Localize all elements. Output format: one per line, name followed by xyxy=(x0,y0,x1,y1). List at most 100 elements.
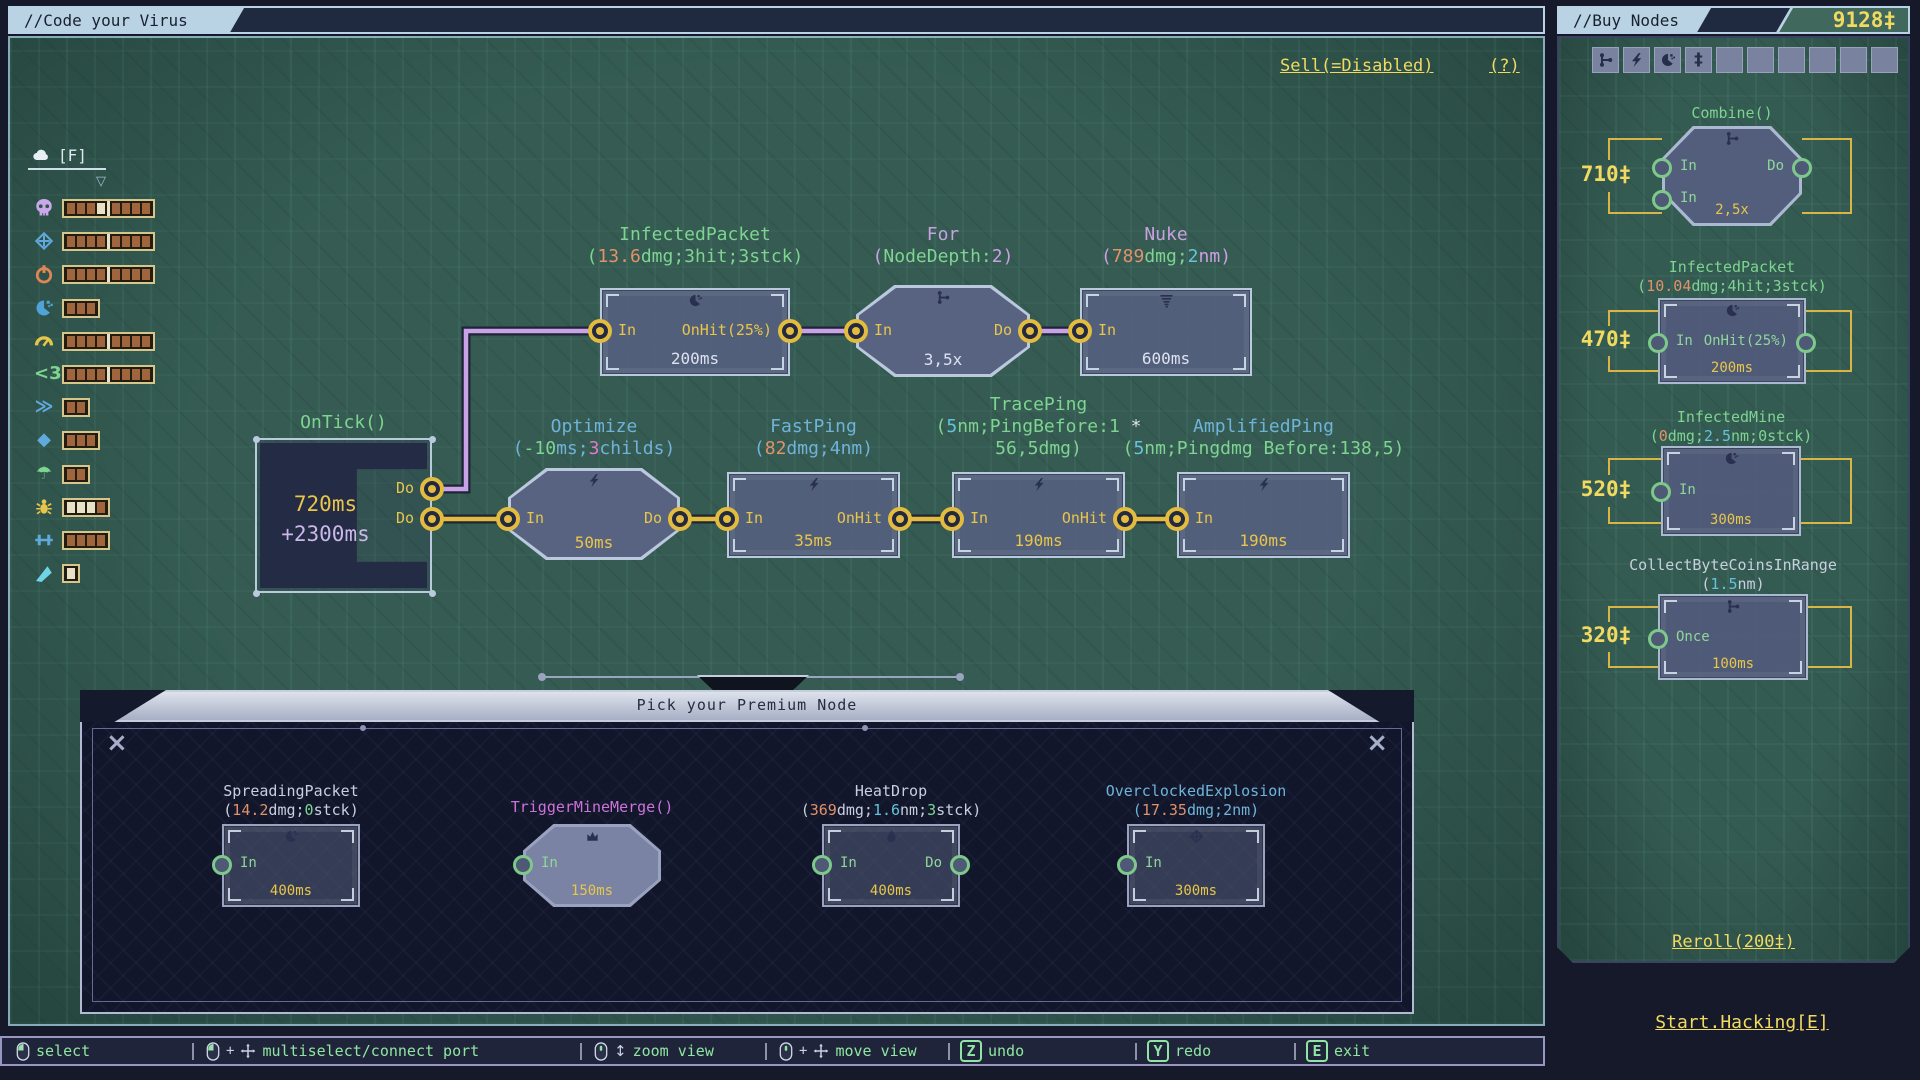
toolbar-divider xyxy=(765,1043,767,1060)
toolbar-divider xyxy=(1294,1043,1296,1060)
port-in[interactable] xyxy=(1117,855,1137,875)
port-in[interactable] xyxy=(212,855,232,875)
corner-bracket xyxy=(1787,365,1800,378)
port-dot xyxy=(1121,515,1129,523)
port-label: Do xyxy=(994,321,1012,339)
pacman-icon xyxy=(688,293,703,308)
port-in[interactable] xyxy=(812,855,832,875)
empty-slot[interactable] xyxy=(1809,47,1836,73)
gauge-icon xyxy=(34,331,54,351)
price-label: 710‡ xyxy=(1566,162,1646,186)
key-y: Y xyxy=(1147,1040,1169,1062)
price-bracket-left xyxy=(1608,606,1658,622)
flame-icon xyxy=(884,829,899,844)
port-dot xyxy=(504,515,512,523)
fork-slot[interactable] xyxy=(1592,47,1619,73)
corner-bracket xyxy=(1183,539,1196,552)
port-in[interactable] xyxy=(715,507,739,531)
port-in[interactable] xyxy=(1652,190,1672,210)
empty-slot[interactable] xyxy=(1716,47,1743,73)
node-time: 190ms xyxy=(1239,531,1287,550)
port-in[interactable] xyxy=(1165,507,1189,531)
help-link[interactable]: (?) xyxy=(1489,56,1520,76)
port-once[interactable] xyxy=(1648,629,1668,649)
power-icon xyxy=(34,264,54,284)
bar-segment xyxy=(142,336,150,347)
empty-slot[interactable] xyxy=(1871,47,1898,73)
toolbar-hint-label: undo xyxy=(988,1042,1024,1060)
dagger-slot[interactable]: ‡ xyxy=(1685,47,1712,73)
port-in[interactable] xyxy=(496,507,520,531)
bar-segment xyxy=(122,236,130,247)
bar-segment xyxy=(112,269,120,280)
port-do[interactable] xyxy=(950,855,970,875)
node-time: 190ms xyxy=(1014,531,1062,550)
port-label: In xyxy=(1195,509,1213,527)
stat-bar xyxy=(62,332,155,351)
toolbar-divider xyxy=(948,1043,950,1060)
port-in[interactable] xyxy=(1652,158,1672,178)
node-time: 50ms xyxy=(575,533,614,552)
port-do[interactable] xyxy=(420,477,444,501)
port-onhit[interactable] xyxy=(1113,507,1137,531)
umbrella-icon: ☂ xyxy=(34,464,54,484)
node-time: 2,5x xyxy=(1715,202,1749,218)
pacman-slot[interactable] xyxy=(1654,47,1681,73)
bar-segment xyxy=(97,369,105,380)
stat-bar xyxy=(62,232,155,251)
reroll-button[interactable]: Reroll(200‡) xyxy=(1557,932,1910,952)
port-in[interactable] xyxy=(1651,482,1671,502)
corner-bracket xyxy=(1086,294,1099,307)
port-do[interactable] xyxy=(668,507,692,531)
buy-panel-titlebar: //Buy Nodes 9128‡ xyxy=(1557,6,1910,34)
code-panel-titlebar: //Code your Virus xyxy=(8,6,1545,34)
port-label: Do xyxy=(396,479,414,497)
corner-bracket xyxy=(341,888,354,901)
port-in[interactable] xyxy=(513,855,533,875)
price-bracket-left xyxy=(1608,310,1658,326)
code-panel-title: //Code your Virus xyxy=(24,11,188,30)
port-in[interactable] xyxy=(588,319,612,343)
port-dot xyxy=(676,515,684,523)
bar-divider xyxy=(107,201,110,216)
bar-segment xyxy=(77,236,85,247)
port-dot xyxy=(428,515,436,523)
port-do[interactable] xyxy=(1018,319,1042,343)
port-in[interactable] xyxy=(1648,333,1668,353)
fork-icon xyxy=(1725,131,1740,146)
port-onhit25[interactable] xyxy=(778,319,802,343)
bar-segment xyxy=(112,236,120,247)
port-do[interactable] xyxy=(420,507,444,531)
port-in[interactable] xyxy=(940,507,964,531)
bar-segment xyxy=(122,203,130,214)
sell-link[interactable]: Sell(=Disabled) xyxy=(1280,56,1434,76)
bar-segment xyxy=(67,435,75,446)
port-dot xyxy=(1173,515,1181,523)
price-label: 320‡ xyxy=(1566,623,1646,647)
port-onhit25[interactable] xyxy=(1796,333,1816,353)
port-in[interactable] xyxy=(1068,319,1092,343)
stat-bar xyxy=(62,564,80,583)
port-onhit[interactable] xyxy=(888,507,912,531)
empty-slot[interactable] xyxy=(1747,47,1774,73)
bolt-icon xyxy=(1032,477,1047,492)
empty-slot[interactable] xyxy=(1840,47,1867,73)
fork-icon xyxy=(936,290,951,305)
node-time: 300ms xyxy=(1710,512,1752,528)
bolt-icon xyxy=(1257,477,1272,492)
bolt-slot[interactable] xyxy=(1623,47,1650,73)
empty-slot[interactable] xyxy=(1778,47,1805,73)
start-hacking-button[interactable]: Start.Hacking[E] xyxy=(1572,1012,1912,1033)
key-e: E xyxy=(1306,1040,1328,1062)
corner-bracket xyxy=(881,539,894,552)
bar-segment xyxy=(87,203,95,214)
port-do[interactable] xyxy=(1792,158,1812,178)
node-title: FastPing(82dmg;4nm) xyxy=(754,416,873,460)
corner-bracket xyxy=(733,478,746,491)
port-in[interactable] xyxy=(844,319,868,343)
price-bracket-left xyxy=(1608,356,1658,372)
crown-icon xyxy=(585,829,600,844)
ontick-time: +2300ms xyxy=(259,522,392,546)
bar-divider xyxy=(107,367,110,382)
price-bracket-right xyxy=(1801,458,1852,524)
